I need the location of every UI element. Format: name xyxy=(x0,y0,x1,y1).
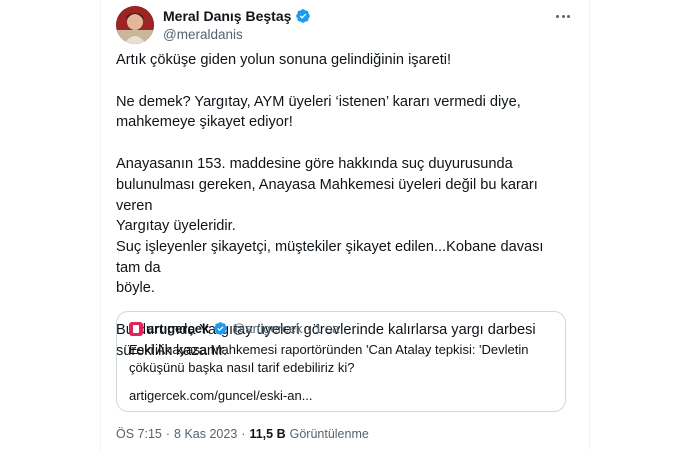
avatar[interactable] xyxy=(116,6,154,44)
verified-badge-icon xyxy=(296,9,311,23)
tweet-line: Artık çöküşe giden yolun sonuna gelindiğ… xyxy=(116,52,452,68)
quoted-tweet[interactable]: artıgerçek @artigercek · 1 sa Eski Anaya… xyxy=(116,311,566,412)
more-options-button[interactable] xyxy=(552,8,574,24)
quoted-tweet-link[interactable]: artigercek.com/guncel/eski-an... xyxy=(129,388,313,403)
separator-dot: · xyxy=(241,427,246,441)
tweet-card: Meral Danış Beştaş @meraldanis Artık çök… xyxy=(100,0,590,450)
tweet-line: böyle. xyxy=(116,280,155,297)
avatar-image xyxy=(116,6,154,44)
tweet-header: Meral Danış Beştaş @meraldanis xyxy=(116,6,574,46)
more-dots-icon xyxy=(556,14,560,18)
tweet-date[interactable]: 8 Kas 2023 xyxy=(174,427,237,441)
quoted-tweet-text: Eski Anayasa Mahkemesi raportöründen 'Ca… xyxy=(129,342,529,375)
tweet-line: Anayasanın 153. maddesine göre hakkında … xyxy=(116,156,513,173)
tweet-time[interactable]: ÖS 7:15 xyxy=(116,427,162,441)
tweet-line: Yargıtay üyeleridir. xyxy=(116,218,236,235)
views-label: Görüntülenme xyxy=(289,427,369,441)
quoted-author-name: artıgerçek xyxy=(147,321,210,336)
author-display-name[interactable]: Meral Danış Beştaş xyxy=(163,8,291,24)
views-count: 11,5 B xyxy=(249,427,286,441)
tweet-line: Suç işleyenler şikayetçi, müştekiler şik… xyxy=(116,238,544,276)
verified-badge-icon xyxy=(214,322,228,335)
author-handle[interactable]: @meraldanis xyxy=(163,27,243,42)
quoted-tweet-header: artıgerçek @artigercek · 1 sa xyxy=(129,321,339,336)
tweet-meta: ÖS 7:15 · 8 Kas 2023 · 11,5 B Görüntülen… xyxy=(116,427,369,441)
tweet-line: mahkemeye şikayet ediyor! xyxy=(116,114,293,131)
artigercek-logo-icon xyxy=(129,321,143,336)
quoted-tweet-time: 1 sa xyxy=(314,321,340,336)
separator-dot: · xyxy=(165,427,171,441)
tweet-line: bulunulması gereken, Anayasa Mahkemesi ü… xyxy=(116,176,538,214)
author-name-row: Meral Danış Beştaş xyxy=(163,8,311,24)
quoted-author-handle: @artigercek xyxy=(232,321,303,336)
tweet-line: Ne demek? Yargıtay, AYM üyeleri ‘istenen… xyxy=(116,93,521,110)
separator-dot: · xyxy=(306,321,311,336)
